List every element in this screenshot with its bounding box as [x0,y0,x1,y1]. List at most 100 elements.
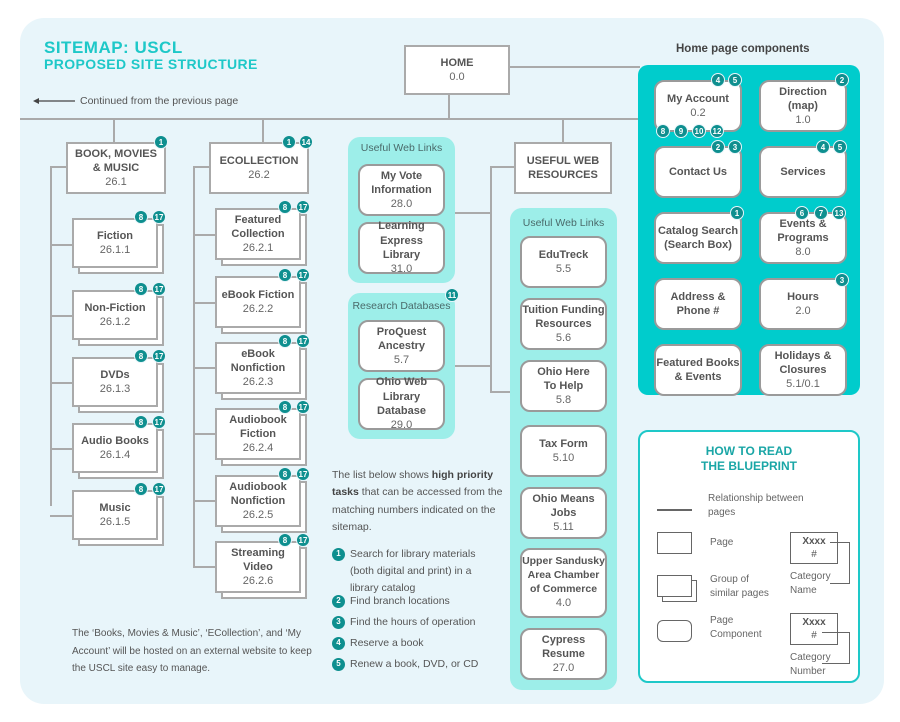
task-badge: 1 [730,206,744,220]
books-connector [113,118,115,143]
task-badge: 17 [296,334,310,348]
page-books-movies-music[interactable]: BOOK, MOVIES & MUSIC 26.1 [66,142,166,194]
legend-category-number: Category Number [790,652,831,677]
task-number-badge: 3 [332,616,345,629]
task-badge: 9 [674,124,688,138]
component-holidays-closures[interactable]: Holidays & Closures 5.1/0.1 [759,344,847,396]
component-learning-express-library[interactable]: Learning Express Library 31.0 [358,220,445,275]
ecollection-tree-line [193,166,195,566]
task-badge: 17 [152,210,166,224]
hosting-note: The ‘Books, Movies & Music’, ‘ECollectio… [72,628,312,674]
component-ohio-means-jobs[interactable]: Ohio Means Jobs 5.11 [520,487,607,539]
page-title: SITEMAP: USCL [44,38,183,57]
component-address-phone[interactable]: Address & Phone # [654,278,742,330]
legend-category-name: Category Name [790,571,831,596]
task-badge: 8 [278,268,292,282]
arrow-left-icon [33,98,75,104]
task-badge: 2 [711,140,725,154]
task-badge: 8 [134,210,148,224]
task-badge: 5 [833,140,847,154]
task-badge: 2 [835,73,849,87]
component-cypress-resume[interactable]: Cypress Resume 27.0 [520,628,607,680]
group-audiobook-nonfiction[interactable]: Audiobook Nonfiction 26.2.5 [215,475,307,533]
component-edutreck[interactable]: EduTreck 5.5 [520,236,607,288]
group-ebook-nonfiction[interactable]: eBook Nonfiction 26.2.3 [215,342,307,400]
home-connector [448,94,450,119]
page-home[interactable]: HOME 0.0 [404,45,510,95]
tasks-intro: The list below shows high priority tasks… [332,469,503,533]
task-badge: 13 [832,206,846,220]
task-badge: 17 [152,415,166,429]
component-services[interactable]: Services [759,146,847,198]
task-item: 5 Renew a book, DVD, or CD [332,656,502,673]
task-badge: 8 [134,349,148,363]
component-tuition-funding-resources[interactable]: Tuition Funding Resources 5.6 [520,298,607,350]
legend-group: Group of similar pages [710,574,769,599]
component-featured-books-events[interactable]: Featured Books & Events [654,344,742,396]
group-streaming-video[interactable]: Streaming Video 26.2.6 [215,541,307,599]
books-tree-line [50,166,52,506]
task-badge: 17 [296,467,310,481]
legend-title-line1: HOW TO READ [705,444,793,458]
legend-component: Page Component [710,615,762,640]
uwr-tree-line [490,166,492,392]
task-badge: 1 [282,135,296,149]
task-badge: 10 [692,124,706,138]
task-badge: 17 [296,200,310,214]
group-featured-collection[interactable]: Featured Collection 26.2.1 [215,208,307,266]
legend-component-shape [657,620,692,642]
component-contact-us[interactable]: Contact Us [654,146,742,198]
component-hours[interactable]: Hours 2.0 [759,278,847,330]
group-audio-books[interactable]: Audio Books 26.1.4 [72,423,164,479]
task-badge: 8 [134,282,148,296]
task-badge: 3 [835,273,849,287]
legend-page-shape [657,532,692,554]
task-item: 3 Find the hours of operation [332,614,502,631]
task-item: 2 Find branch locations [332,593,502,610]
task-badge: 8 [278,334,292,348]
legend-group-shape [657,575,692,597]
task-badge: 8 [134,415,148,429]
uwr-connector [562,118,564,143]
group-non-fiction[interactable]: Non-Fiction 26.1.2 [72,290,164,346]
group-fiction[interactable]: Fiction 26.1.1 [72,218,164,274]
task-badge: 8 [278,400,292,414]
task-badge: 7 [814,206,828,220]
component-ohio-web-library-database[interactable]: Ohio Web Library Database 29.0 [358,376,445,431]
task-badge: 17 [296,533,310,547]
component-my-vote-information[interactable]: My Vote Information 28.0 [358,164,445,216]
page-useful-web-resources[interactable]: USEFUL WEB RESOURCES [514,142,612,194]
task-number-badge: 5 [332,658,345,671]
component-proquest-ancestry[interactable]: ProQuest Ancestry 5.7 [358,320,445,372]
component-upper-sandusky-chamber[interactable]: Upper Sandusky Area Chamber of Commerce … [520,548,607,618]
legend-title-line2: THE BLUEPRINT [701,459,797,473]
legend-page: Page [710,537,734,548]
task-badge: 8 [278,467,292,481]
ecollection-connector [262,118,264,143]
task-badge: 17 [152,349,166,363]
continued-label: Continued from the previous page [80,95,239,107]
task-badge: 1 [154,135,168,149]
component-ohio-here-to-help[interactable]: Ohio Here To Help 5.8 [520,360,607,412]
task-badge: 12 [710,124,724,138]
task-badge: 4 [816,140,830,154]
component-catalog-search[interactable]: Catalog Search (Search Box) [654,212,742,264]
page-ecollection[interactable]: ECOLLECTION 26.2 [209,142,309,194]
group-dvds[interactable]: DVDs 26.1.3 [72,357,164,413]
legend-line-sample [657,509,692,511]
task-badge: 11 [445,288,459,302]
task-badge: 5 [728,73,742,87]
task-badge: 17 [152,282,166,296]
group-music[interactable]: Music 26.1.5 [72,490,164,546]
task-number-badge: 2 [332,595,345,608]
group-ebook-fiction[interactable]: eBook Fiction 26.2.2 [215,276,307,334]
task-number-badge: 1 [332,548,345,561]
task-badge: 8 [656,124,670,138]
home-components-connector [510,66,640,68]
component-direction-map[interactable]: Direction (map) 1.0 [759,80,847,132]
task-badge: 17 [296,268,310,282]
task-badge: 8 [278,200,292,214]
component-tax-form[interactable]: Tax Form 5.10 [520,425,607,477]
group-audiobook-fiction[interactable]: Audiobook Fiction 26.2.4 [215,408,307,466]
legend-relationship: Relationship between pages [708,493,804,518]
